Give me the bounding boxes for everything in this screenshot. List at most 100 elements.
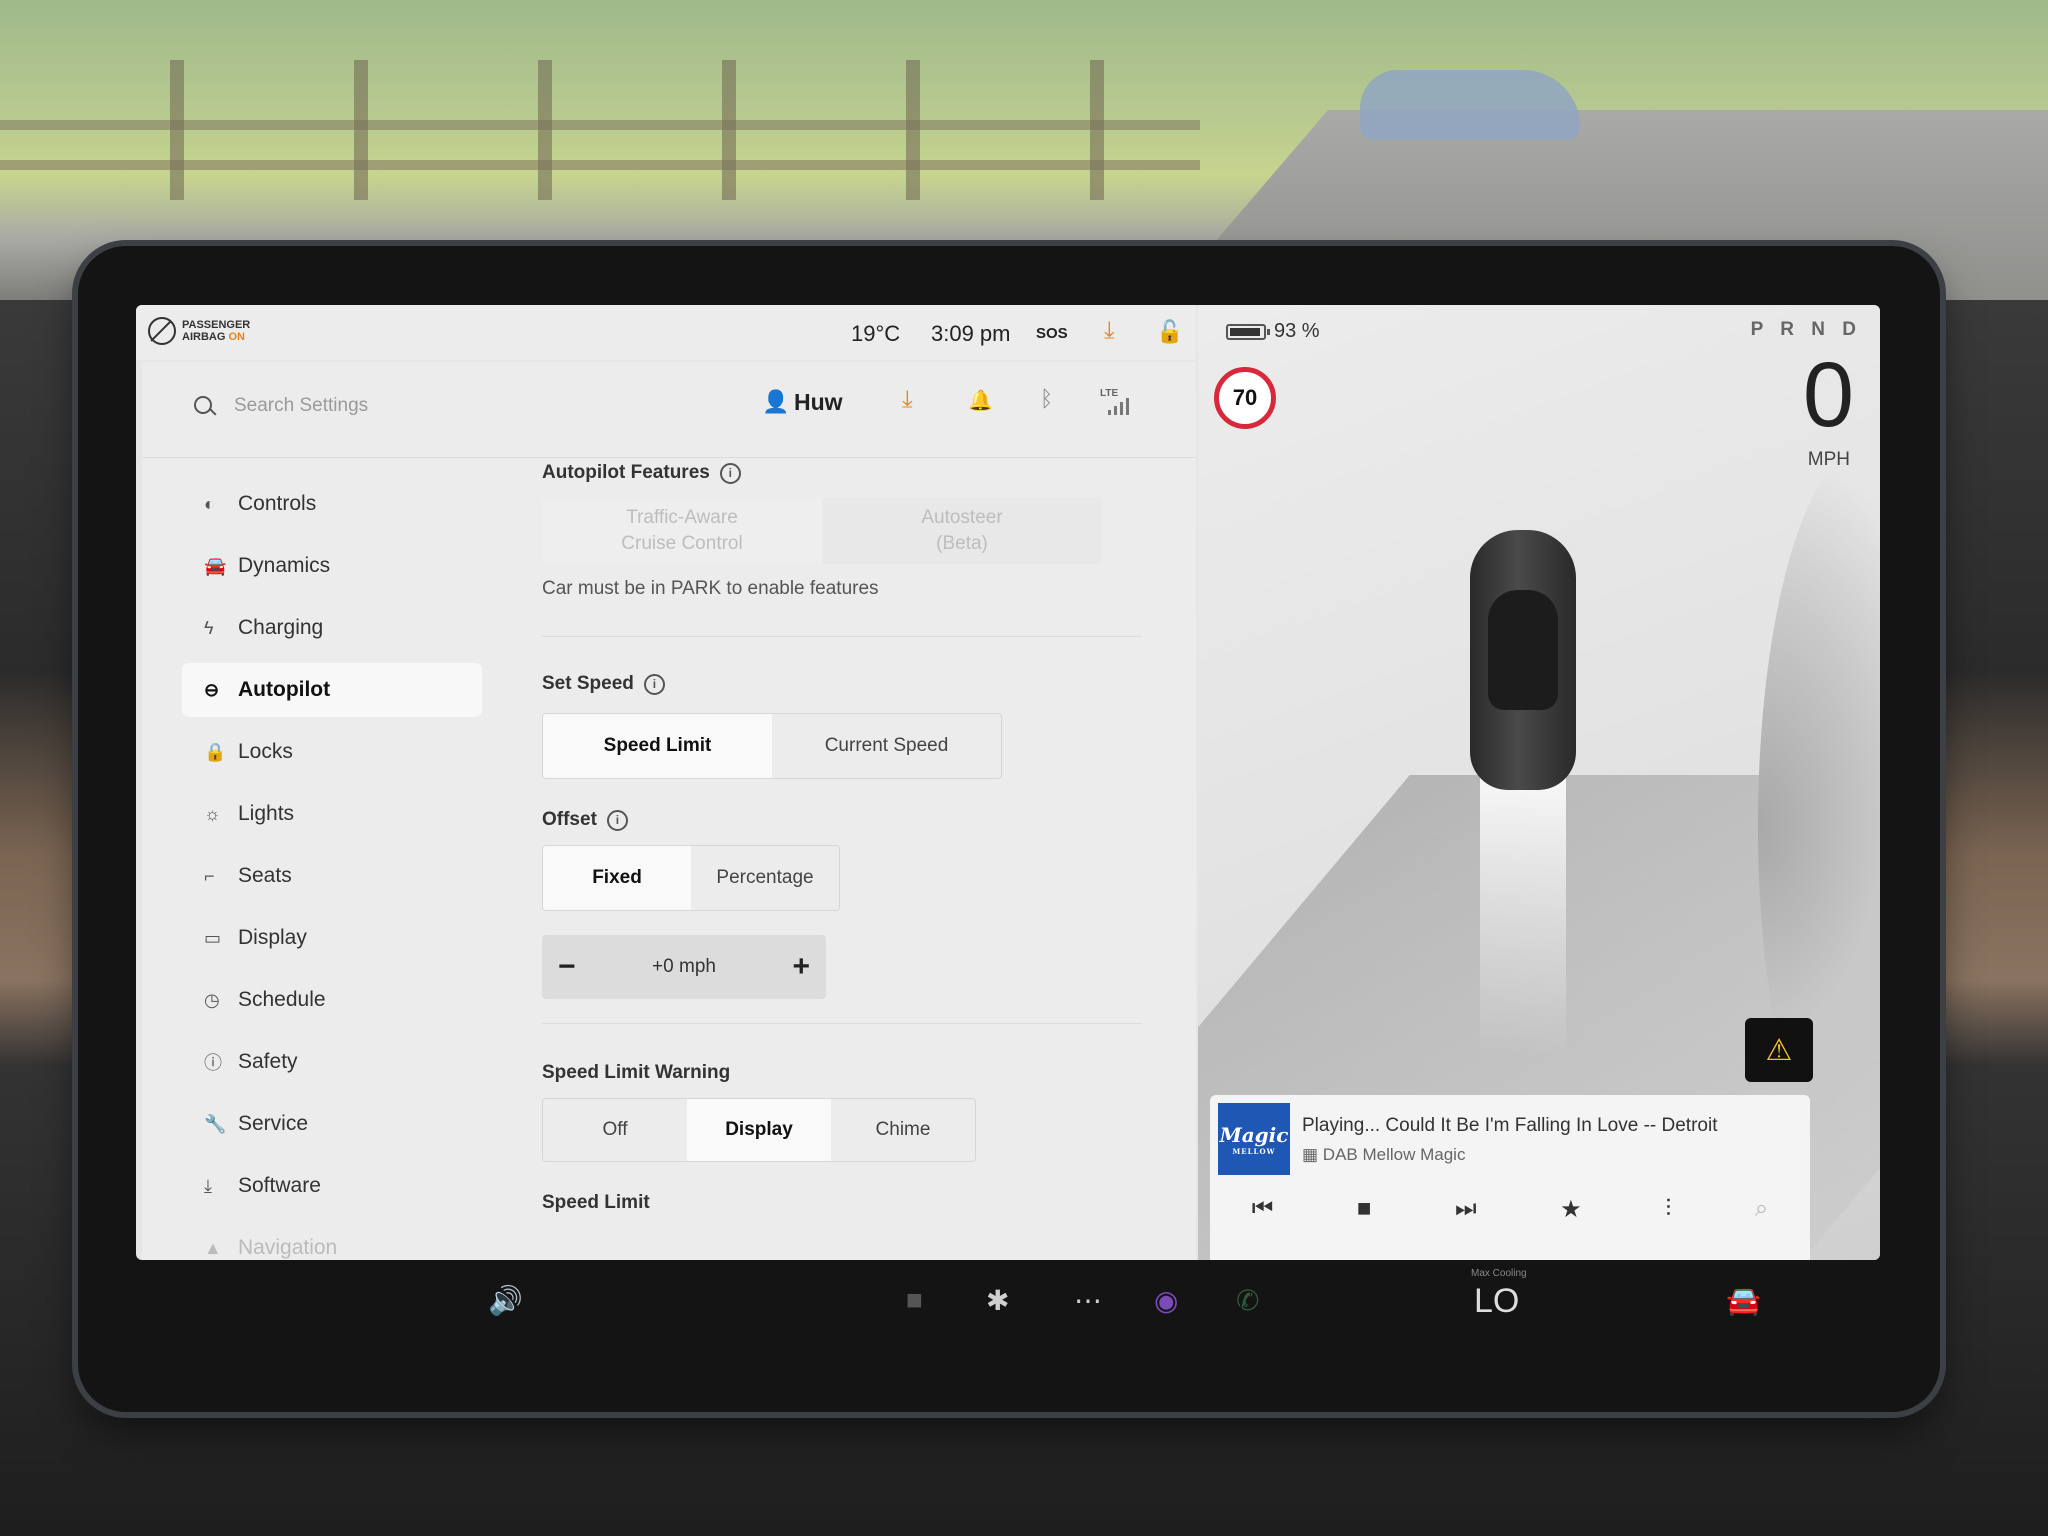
section-title: Speed Limit Warning — [542, 1062, 731, 1083]
tacc-option[interactable]: Traffic-Aware Cruise Control — [542, 498, 822, 564]
signal-bars-icon — [1108, 398, 1129, 415]
divider — [542, 636, 1142, 637]
set-speed-option-speed-limit[interactable]: Speed Limit — [543, 714, 772, 778]
passenger-airbag-indicator: PASSENGER AIRBAG ON — [148, 317, 250, 345]
car-controls-icon[interactable]: 🚘 — [1726, 1284, 1761, 1317]
now-playing-source: ▦ DAB Mellow Magic — [1302, 1145, 1465, 1165]
previous-track-icon[interactable]: ⏮ — [1252, 1195, 1274, 1224]
option-label: Traffic-Aware — [626, 507, 738, 528]
equalizer-icon[interactable]: ⫶ — [1665, 1195, 1671, 1224]
offset-value: +0 mph — [652, 956, 716, 977]
sidebar-item-label: Charging — [238, 616, 324, 639]
sidebar-item-schedule[interactable]: ◷ Schedule — [182, 973, 482, 1027]
cabin-temperature[interactable]: LO — [1474, 1282, 1519, 1321]
car-roof — [1488, 590, 1558, 710]
sidebar-item-autopilot[interactable]: ⊖ Autopilot — [182, 663, 482, 717]
option-label: Cruise Control — [621, 533, 743, 554]
radio-icon: ▦ — [1302, 1145, 1319, 1164]
sun-icon: ☼ — [204, 803, 221, 824]
sidebar-item-dynamics[interactable]: 🚘 Dynamics — [182, 539, 482, 593]
sidebar-item-display[interactable]: ▭ Display — [182, 911, 482, 965]
download-icon: ⤓ — [204, 1175, 212, 1196]
sidebar-item-label: Safety — [238, 1050, 298, 1073]
user-icon[interactable]: 👤 — [762, 389, 789, 415]
software-download-icon[interactable]: ⤓ — [902, 386, 913, 414]
speed-limit-warning-heading: Speed Limit Warning — [542, 1062, 1162, 1084]
sidebar-item-safety[interactable]: ⓘ Safety — [182, 1035, 482, 1089]
speedometer: 0 — [1802, 344, 1854, 446]
unlock-icon[interactable]: 🔓 — [1156, 319, 1183, 345]
sidebar-item-label: Navigation — [238, 1236, 338, 1259]
sidebar-item-controls[interactable]: ◐ Controls — [182, 477, 482, 531]
warning-option-chime[interactable]: Chime — [831, 1099, 975, 1161]
clock: 3:09 pm — [931, 321, 1011, 346]
volume-icon[interactable]: 🔊 — [488, 1284, 523, 1317]
set-speed-option-current-speed[interactable]: Current Speed — [772, 714, 1001, 778]
stop-icon[interactable]: ■ — [1357, 1195, 1372, 1224]
driver-profile-name[interactable]: Huw — [794, 389, 843, 416]
search-icon[interactable]: ⌕ — [1755, 1195, 1768, 1224]
sidebar-item-label: Controls — [238, 492, 317, 515]
phone-icon[interactable]: ✆ — [1236, 1284, 1259, 1317]
speed-limit-sign: 70 — [1214, 367, 1276, 429]
bluetooth-icon[interactable]: ᛒ — [1040, 386, 1053, 412]
steering-wheel-icon: ⊖ — [204, 679, 220, 700]
sidebar-item-label: Service — [238, 1112, 309, 1135]
sidebar-item-software[interactable]: ⤓ Software — [182, 1159, 482, 1213]
airbag-label-2: AIRBAG — [182, 331, 226, 343]
lock-icon: 🔒 — [204, 741, 227, 762]
sidebar-item-label: Locks — [238, 740, 293, 763]
outside-temperature: 19°C — [851, 321, 901, 346]
autopilot-features-heading: Autopilot Features i — [542, 462, 1162, 484]
warning-option-display[interactable]: Display — [687, 1099, 831, 1161]
camera-icon[interactable]: ◉ — [1154, 1284, 1178, 1317]
info-icon[interactable]: i — [643, 673, 665, 695]
sidebar-item-lights[interactable]: ☼ Lights — [182, 787, 482, 841]
download-icon[interactable]: ⤓ — [1104, 317, 1115, 345]
fan-icon[interactable]: ✱ — [986, 1284, 1009, 1317]
favorite-star-icon[interactable]: ★ — [1560, 1195, 1582, 1224]
decrease-offset-button[interactable]: − — [558, 950, 576, 984]
car-model[interactable] — [1470, 530, 1576, 790]
autopilot-settings: Autopilot Features i Traffic-Aware Cruise … — [542, 462, 1162, 1214]
sos-button[interactable]: SOS — [1036, 325, 1068, 342]
sidebar-item-charging[interactable]: ϟ Charging — [182, 601, 482, 655]
sidebar-item-service[interactable]: 🔧 Service — [182, 1097, 482, 1151]
more-apps-icon[interactable]: ⋯ — [1074, 1284, 1102, 1317]
increase-offset-button[interactable]: + — [792, 950, 810, 984]
info-icon[interactable]: i — [719, 462, 741, 484]
app-tile-icon[interactable]: ■ — [906, 1284, 923, 1316]
gear-selector: P R N D — [1750, 319, 1862, 340]
sidebar-item-label: Display — [238, 926, 307, 949]
bell-icon[interactable]: 🔔 — [968, 388, 993, 413]
info-icon[interactable]: i — [606, 809, 628, 831]
warning-option-off[interactable]: Off — [543, 1099, 687, 1161]
sidebar-item-seats[interactable]: ⌐ Seats — [182, 849, 482, 903]
sidebar-item-locks[interactable]: 🔒 Locks — [182, 725, 482, 779]
next-track-icon[interactable]: ⏭ — [1455, 1195, 1477, 1224]
bottom-dock: 🔊 ■ ✱ ⋯ ◉ ✆ Max Cooling LO 🚘 — [136, 1262, 1880, 1352]
warning-icon[interactable]: ⚠ — [1745, 1018, 1813, 1082]
search-input[interactable] — [232, 388, 536, 424]
max-cooling-label: Max Cooling — [1471, 1268, 1527, 1279]
now-playing-title: Playing... Could It Be I'm Falling In Lo… — [1302, 1115, 1718, 1136]
settings-panel: 👤 Huw ⤓ 🔔 ᛒ LTE ◐ Controls 🚘 Dynamics ϟ Cha… — [142, 362, 1196, 1260]
section-title: Set Speed — [542, 673, 634, 694]
set-speed-selector: Speed Limit Current Speed — [542, 713, 1002, 779]
battery-indicator: 93 % — [1226, 320, 1320, 343]
autosteer-option[interactable]: Autosteer (Beta) — [822, 498, 1102, 564]
passing-car — [1360, 70, 1580, 140]
section-title: Autopilot Features — [542, 462, 710, 483]
fence-rail — [0, 160, 1200, 170]
offset-option-percentage[interactable]: Percentage — [691, 846, 839, 910]
bolt-icon: ϟ — [204, 617, 214, 638]
section-title: Offset — [542, 809, 597, 830]
settings-sidebar: ◐ Controls 🚘 Dynamics ϟ Charging ⊖ Autopilot… — [182, 477, 482, 1260]
media-player: Magic MELLOW Playing... Could It Be I'm F… — [1210, 1095, 1810, 1260]
offset-option-fixed[interactable]: Fixed — [543, 846, 691, 910]
search-icon — [194, 396, 212, 414]
option-label: (Beta) — [936, 533, 988, 554]
sidebar-item-label: Schedule — [238, 988, 326, 1011]
set-speed-heading: Set Speed i — [542, 673, 1162, 695]
sidebar-item-navigation[interactable]: ▲ Navigation — [182, 1221, 482, 1260]
